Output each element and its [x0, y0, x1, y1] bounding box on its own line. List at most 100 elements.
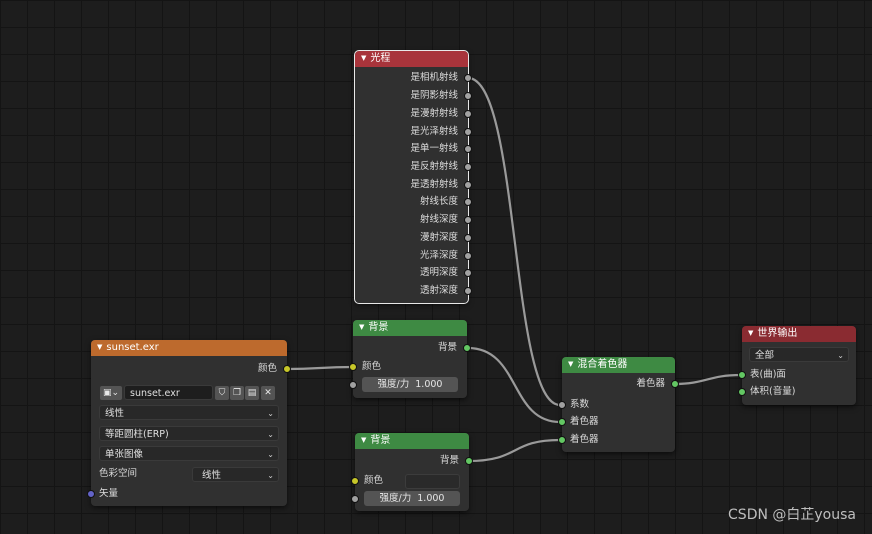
socket-is-reflection-ray[interactable] — [464, 163, 472, 171]
open-image-icon[interactable]: ▤ — [245, 386, 259, 400]
colorspace-label: 色彩空间 — [99, 468, 138, 479]
socket-glossy-depth[interactable] — [464, 252, 472, 260]
fake-user-shield-icon[interactable]: ⛉ — [215, 386, 229, 400]
vector-input-socket[interactable] — [87, 490, 95, 498]
mix-shader-output-socket[interactable] — [671, 380, 679, 388]
surface-input-socket[interactable] — [738, 371, 746, 379]
image-name: sunset.exr — [130, 388, 180, 399]
strength-value: 1.000 — [415, 379, 443, 390]
background-1-strength-field[interactable]: 强度/力 1.000 — [362, 377, 458, 392]
chevron-down-icon: ⌄ — [837, 351, 844, 360]
light-path-header[interactable]: ▼ 光程 — [355, 51, 468, 67]
colorspace-dropdown[interactable]: 线性 ⌄ — [192, 467, 279, 482]
projection-value: 等距圆柱(ERP) — [105, 429, 169, 440]
target-value: 全部 — [755, 350, 775, 361]
shader-input-1-socket[interactable] — [558, 418, 566, 426]
mix-shader-header[interactable]: ▼ 混合着色器 — [562, 357, 675, 373]
output-diffuse-depth: 漫射深度 — [419, 232, 458, 243]
background-2-strength-field[interactable]: 强度/力 1.000 — [364, 491, 460, 506]
surface-input-label: 表(曲)面 — [750, 369, 786, 380]
image-name-field[interactable]: sunset.exr — [124, 385, 213, 400]
socket-is-shadow-ray[interactable] — [464, 92, 472, 100]
socket-transparent-depth[interactable] — [464, 269, 472, 277]
socket-is-glossy-ray[interactable] — [464, 128, 472, 136]
strength-label: 强度/力 — [377, 379, 410, 390]
output-ray-length: 射线长度 — [419, 196, 458, 207]
socket-is-singular-ray[interactable] — [464, 145, 472, 153]
background-2-output-label: 背景 — [439, 455, 459, 466]
collapse-triangle-icon[interactable]: ▼ — [359, 319, 364, 335]
output-is-reflection-ray: 是反射射线 — [410, 161, 458, 172]
collapse-triangle-icon[interactable]: ▼ — [361, 432, 366, 448]
mix-shader-node[interactable]: ▼ 混合着色器 着色器 系数 着色器 着色器 — [558, 357, 679, 452]
light-path-node[interactable]: ▼ 光程 是相机射线 是阴影射线 是漫射射线 是光泽射线 是单一射线 是反射射线 … — [354, 50, 472, 304]
mix-shader-title: 混合着色器 — [577, 359, 628, 370]
background-2-strength-socket[interactable] — [351, 495, 359, 503]
strength-label: 强度/力 — [379, 493, 412, 504]
fac-input-socket[interactable] — [558, 401, 566, 409]
interpolation-dropdown[interactable]: 线性 ⌄ — [99, 405, 279, 420]
output-transparent-depth: 透明深度 — [419, 267, 458, 278]
background-1-color-label: 颜色 — [362, 361, 382, 372]
world-output-header[interactable]: ▼ 世界输出 — [742, 326, 856, 342]
link-env-color-to-bg-color[interactable] — [285, 365, 355, 371]
background-1-strength-socket[interactable] — [349, 381, 357, 389]
link-bg1-to-shader1[interactable] — [466, 346, 562, 424]
link-mix-to-surface[interactable] — [672, 373, 743, 386]
image-browse-icon[interactable]: ▣⌄ — [100, 386, 122, 400]
background-1-output-socket[interactable] — [463, 344, 471, 352]
environment-texture-title: sunset.exr — [106, 342, 159, 353]
light-path-title: 光程 — [370, 53, 391, 64]
mix-shader-output-label: 着色器 — [636, 378, 665, 389]
collapse-triangle-icon[interactable]: ▼ — [568, 356, 573, 372]
background-2-color-swatch[interactable] — [405, 474, 460, 489]
unlink-image-close-icon[interactable]: ✕ — [261, 386, 275, 400]
socket-ray-length[interactable] — [464, 198, 472, 206]
link-is-camera-ray-to-fac[interactable] — [466, 76, 562, 407]
background-2-title: 背景 — [370, 435, 391, 446]
shader-input-1-label: 着色器 — [570, 416, 599, 427]
interpolation-value: 线性 — [105, 408, 125, 419]
environment-texture-header[interactable]: ▼ sunset.exr — [91, 340, 287, 356]
image-source-dropdown[interactable]: 单张图像 ⌄ — [99, 446, 279, 461]
background-2-color-socket[interactable] — [351, 477, 359, 485]
colorspace-value: 线性 — [202, 470, 222, 481]
world-output-node[interactable]: ▼ 世界输出 全部 ⌄ 表(曲)面 体积(音量) — [738, 326, 856, 405]
output-is-glossy-ray: 是光泽射线 — [410, 126, 458, 137]
volume-input-socket[interactable] — [738, 388, 746, 396]
output-is-shadow-ray: 是阴影射线 — [410, 90, 458, 101]
duplicate-image-icon[interactable]: ❐ — [230, 386, 244, 400]
background-1-header[interactable]: ▼ 背景 — [353, 320, 467, 336]
color-output-label: 颜色 — [257, 363, 277, 374]
collapse-triangle-icon[interactable]: ▼ — [361, 50, 366, 66]
strength-value: 1.000 — [417, 493, 445, 504]
environment-texture-node[interactable]: ▼ sunset.exr 颜色 ▣⌄ sunset.exr ⛉ ❐ ▤ ✕ 线性 … — [87, 340, 291, 506]
socket-diffuse-depth[interactable] — [464, 234, 472, 242]
chevron-down-icon: ⌄ — [267, 430, 274, 439]
output-is-transmission-ray: 是透射射线 — [410, 179, 458, 190]
shader-input-2-socket[interactable] — [558, 436, 566, 444]
volume-input-label: 体积(音量) — [750, 386, 796, 397]
background-2-header[interactable]: ▼ 背景 — [355, 433, 469, 449]
socket-is-camera-ray[interactable] — [464, 74, 472, 82]
target-dropdown[interactable]: 全部 ⌄ — [749, 347, 849, 362]
socket-is-transmission-ray[interactable] — [464, 181, 472, 189]
background-2-output-socket[interactable] — [465, 457, 473, 465]
background-1-color-socket[interactable] — [349, 363, 357, 371]
socket-ray-depth[interactable] — [464, 216, 472, 224]
output-transmission-depth: 透射深度 — [419, 285, 458, 296]
collapse-triangle-icon[interactable]: ▼ — [748, 325, 753, 341]
background-node-1[interactable]: ▼ 背景 背景 颜色 强度/力 1.000 — [349, 320, 471, 398]
background-node-2[interactable]: ▼ 背景 背景 颜色 强度/力 1.000 — [351, 433, 473, 511]
background-2-color-label: 颜色 — [364, 475, 384, 486]
collapse-triangle-icon[interactable]: ▼ — [97, 339, 102, 355]
socket-is-diffuse-ray[interactable] — [464, 110, 472, 118]
chevron-down-icon: ⌄ — [267, 409, 274, 418]
socket-transmission-depth[interactable] — [464, 287, 472, 295]
projection-dropdown[interactable]: 等距圆柱(ERP) ⌄ — [99, 426, 279, 441]
link-bg2-to-shader2[interactable] — [466, 438, 562, 463]
fac-input-label: 系数 — [570, 399, 590, 410]
background-1-output-label: 背景 — [437, 342, 457, 353]
color-output-socket[interactable] — [283, 365, 291, 373]
chevron-down-icon: ⌄ — [267, 471, 274, 480]
